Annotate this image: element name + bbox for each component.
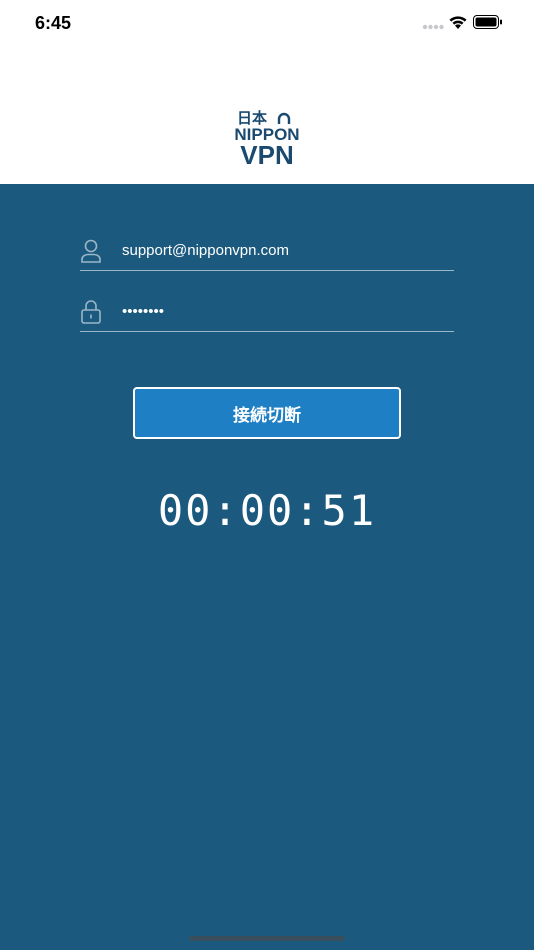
logo-lock-shackle — [277, 112, 291, 124]
status-time: 6:45 — [35, 13, 72, 33]
connection-timer: 00:00:51 — [157, 486, 377, 535]
email-field — [80, 236, 454, 271]
disconnect-button[interactable]: 接続切断 — [133, 387, 401, 439]
password-field — [80, 297, 454, 332]
wifi-icon — [449, 16, 467, 29]
user-icon — [81, 239, 101, 263]
signal-icon — [422, 24, 444, 30]
nipponvpn-logo: 日本 NIPPON VPN — [234, 109, 299, 170]
login-panel: 接続切断 00:00:51 — [0, 184, 534, 950]
email-input[interactable] — [122, 236, 452, 264]
logo-vpn: VPN — [240, 140, 293, 170]
battery-icon — [473, 15, 502, 29]
status-bar: 6:45 — [0, 0, 534, 48]
password-input[interactable] — [122, 297, 452, 325]
home-indicator[interactable] — [189, 936, 345, 941]
lock-icon — [81, 300, 101, 324]
